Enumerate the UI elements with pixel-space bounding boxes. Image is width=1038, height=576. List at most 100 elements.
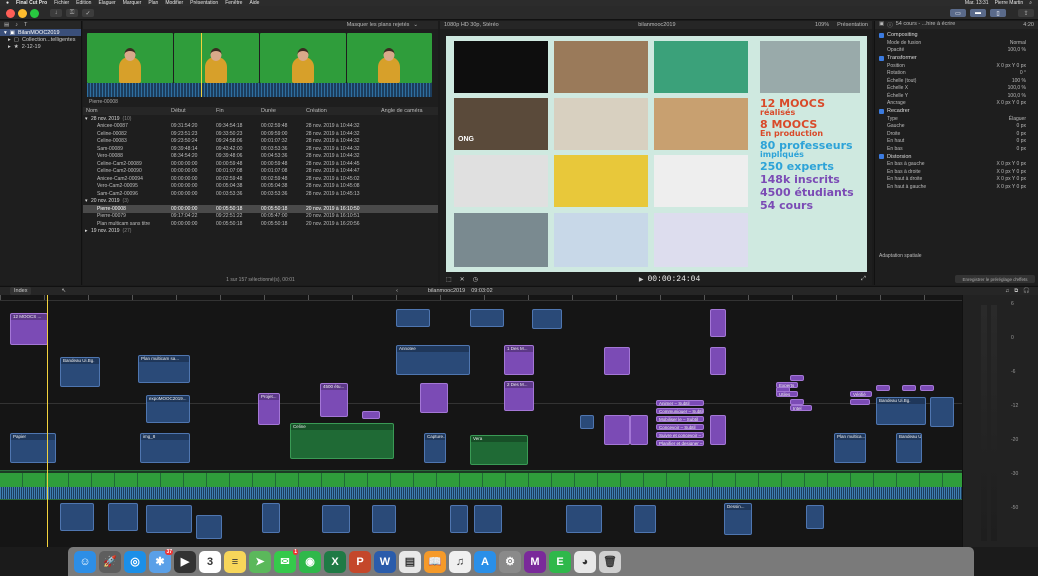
inspector-row[interactable]: En haut 0 px <box>879 138 1034 146</box>
section-checkbox[interactable] <box>879 55 884 61</box>
photos-audio-icon[interactable]: ♪ <box>15 22 18 28</box>
timeline-clip[interactable]: Bandeau Ui.Bg. <box>876 397 926 425</box>
column-name[interactable]: Nom <box>83 108 171 114</box>
tool-select-icon[interactable]: ↖ <box>61 288 66 294</box>
table-row[interactable]: Anicee-00087 09:31:54:20 09:34:54:18 00:02:… <box>83 123 438 131</box>
inspector-section[interactable]: Recadrer <box>879 107 1034 115</box>
chevron-down-icon[interactable]: ⌄ <box>413 22 418 28</box>
timeline-clip[interactable] <box>604 415 630 445</box>
timeline-clip[interactable] <box>372 505 396 533</box>
launchpad-icon[interactable]: 🚀 <box>99 550 121 573</box>
timeline-clip[interactable]: Vera <box>470 435 528 465</box>
timeline-clip[interactable] <box>806 505 824 529</box>
param-value[interactable]: X 0 px Y 0 px <box>949 100 1034 106</box>
table-row[interactable]: Celine-00082 09:23:51:23 09:33:50:23 00:09:… <box>83 130 438 138</box>
table-row[interactable]: Celine-Cam2-00089 00:00:00:00 00:00:59:48 0… <box>83 160 438 168</box>
speed-tool-icon[interactable]: ◷ <box>473 276 478 283</box>
inspector-row[interactable]: En haut à droite X 0 px Y 0 px <box>879 176 1034 184</box>
timeline-clip[interactable] <box>930 397 954 427</box>
headphones-icon[interactable]: 🎧 <box>1023 288 1030 295</box>
param-value[interactable]: 0 px <box>949 123 1034 129</box>
param-value[interactable]: 0 px <box>949 138 1034 144</box>
title-clip[interactable]: Communiquer – Subtil <box>656 408 704 414</box>
timeline-clip[interactable] <box>630 415 648 445</box>
param-value[interactable]: X 0 px Y 0 px <box>949 161 1034 167</box>
settings-icon[interactable]: ⚙ <box>499 550 521 573</box>
info-inspector-icon[interactable]: ⓘ <box>887 21 893 29</box>
import-icon[interactable]: ↓ <box>50 9 62 17</box>
timeline-clip[interactable] <box>262 503 280 533</box>
timeline-clip[interactable] <box>322 505 350 533</box>
timeline-clip[interactable]: 4500 étu... <box>320 383 348 417</box>
disclosure-icon[interactable]: ▾ <box>4 30 7 36</box>
timeline-clip[interactable] <box>580 415 594 429</box>
section-checkbox[interactable] <box>879 32 884 38</box>
check-icon[interactable]: ✓ <box>82 9 94 17</box>
timeline-clip[interactable]: 2 Des M... <box>504 381 534 411</box>
appstore-icon[interactable]: A <box>474 550 496 573</box>
disclosure-icon[interactable]: ▸ <box>8 44 11 50</box>
timeline-clip[interactable] <box>470 309 504 327</box>
messages-icon[interactable]: ✉ 1 <box>274 548 298 573</box>
table-row[interactable]: Celine-00083 09:23:50:24 09:24:58:06 00:01:… <box>83 138 438 146</box>
inspector-row[interactable]: Position X 0 px Y 0 px <box>879 62 1034 70</box>
safari-icon[interactable]: ◎ <box>124 550 146 573</box>
group-row[interactable]: ▾ 20 nov. 2019 (3) <box>83 198 438 206</box>
title-clip[interactable]: Intel <box>790 405 812 411</box>
table-row[interactable]: Sam-00089 09:39:48:14 09:43:42:00 00:03:53:… <box>83 145 438 153</box>
column-end[interactable]: Fin <box>216 108 261 114</box>
inspector-section[interactable]: Distorsion <box>879 153 1034 161</box>
timeline-clip[interactable] <box>362 411 380 419</box>
param-value[interactable]: Normal <box>949 40 1034 46</box>
save-effects-button[interactable]: Enregistrer le préréglage d'effets <box>955 275 1035 283</box>
spatial-conform[interactable]: Adaptation spatiale <box>879 253 922 259</box>
library-item[interactable]: ▸ ▢ Collection...telligentes <box>0 36 81 43</box>
evernote-icon[interactable]: E <box>549 550 571 573</box>
facetime-icon[interactable]: ◉ <box>299 550 321 573</box>
timeline-clip[interactable] <box>396 309 430 327</box>
table-row[interactable]: Vero-Cam2-00095 00:00:00:00 00:05:04:38 00:… <box>83 183 438 191</box>
table-row[interactable]: Pierre-00008 00:00:00:00 00:05:50:18 00:05:… <box>83 205 438 213</box>
snapping-icon[interactable]: ⧉ <box>1014 288 1018 295</box>
timeline-clip[interactable]: Papier <box>10 433 56 463</box>
transform-tool-icon[interactable]: ✕ <box>460 276 465 283</box>
param-value[interactable]: 0 px <box>949 131 1034 137</box>
history-back-icon[interactable]: ‹ <box>396 288 398 294</box>
disclosure-icon[interactable]: ▾ <box>83 116 91 122</box>
timeline-clip[interactable]: Dessin... <box>724 503 752 535</box>
section-checkbox[interactable] <box>879 108 884 114</box>
title-clip[interactable]: Mobiliser le – Subtil <box>656 416 704 422</box>
param-value[interactable]: X 0 px Y 0 px <box>949 184 1034 190</box>
inspector-row[interactable]: En bas à droite X 0 px Y 0 px <box>879 168 1034 176</box>
inspector-row[interactable]: Type Élaguer <box>879 115 1034 123</box>
viewer-canvas[interactable]: ONG 12 MOOCS réalisés 8 MOOCS En production… <box>446 36 867 272</box>
word-icon[interactable]: W <box>374 550 396 573</box>
timeline-clip[interactable] <box>532 309 562 329</box>
photos-icon[interactable]: ✱ 37 <box>149 548 173 573</box>
timeline-clip[interactable]: Projet... <box>258 393 280 425</box>
inspector-section[interactable]: Transformer <box>879 54 1034 62</box>
param-value[interactable]: Élaguer <box>949 116 1034 122</box>
timeline-clip[interactable]: expoMOOC2019... <box>146 395 190 423</box>
timeline-clip[interactable]: 12 MOOCS ... <box>10 313 48 345</box>
timeline-clip[interactable] <box>474 505 502 533</box>
title-clip[interactable]: Vérifié <box>850 391 872 397</box>
timeline-clip[interactable] <box>710 415 726 445</box>
key-icon[interactable]: ⚿ <box>66 9 78 17</box>
inspector-row[interactable]: Droite 0 px <box>879 130 1034 138</box>
notes-icon[interactable]: ≡ <box>224 550 246 573</box>
timeline-clip[interactable] <box>604 347 630 375</box>
libraries-icon[interactable]: ▤ <box>4 22 9 28</box>
inspector-section[interactable]: Compositing <box>879 31 1034 39</box>
table-row[interactable]: Pierre-00079 09:17:04:22 09:22:51:22 00:05:… <box>83 213 438 221</box>
preview-icon[interactable]: ▤ <box>399 550 421 573</box>
timeline-clip[interactable] <box>566 505 602 533</box>
disclosure-icon[interactable]: ▸ <box>8 37 11 43</box>
zoom-window-button[interactable] <box>30 9 39 18</box>
maps-icon[interactable]: ➤ <box>249 550 271 573</box>
timeline-clip[interactable] <box>710 347 726 375</box>
timeline-clip[interactable] <box>146 505 192 533</box>
table-row[interactable]: Vero-00088 08:34:54:20 09:39:48:06 00:04:53… <box>83 153 438 161</box>
timeline-clip[interactable] <box>634 505 656 533</box>
finder-icon[interactable]: ☺ <box>74 550 96 573</box>
